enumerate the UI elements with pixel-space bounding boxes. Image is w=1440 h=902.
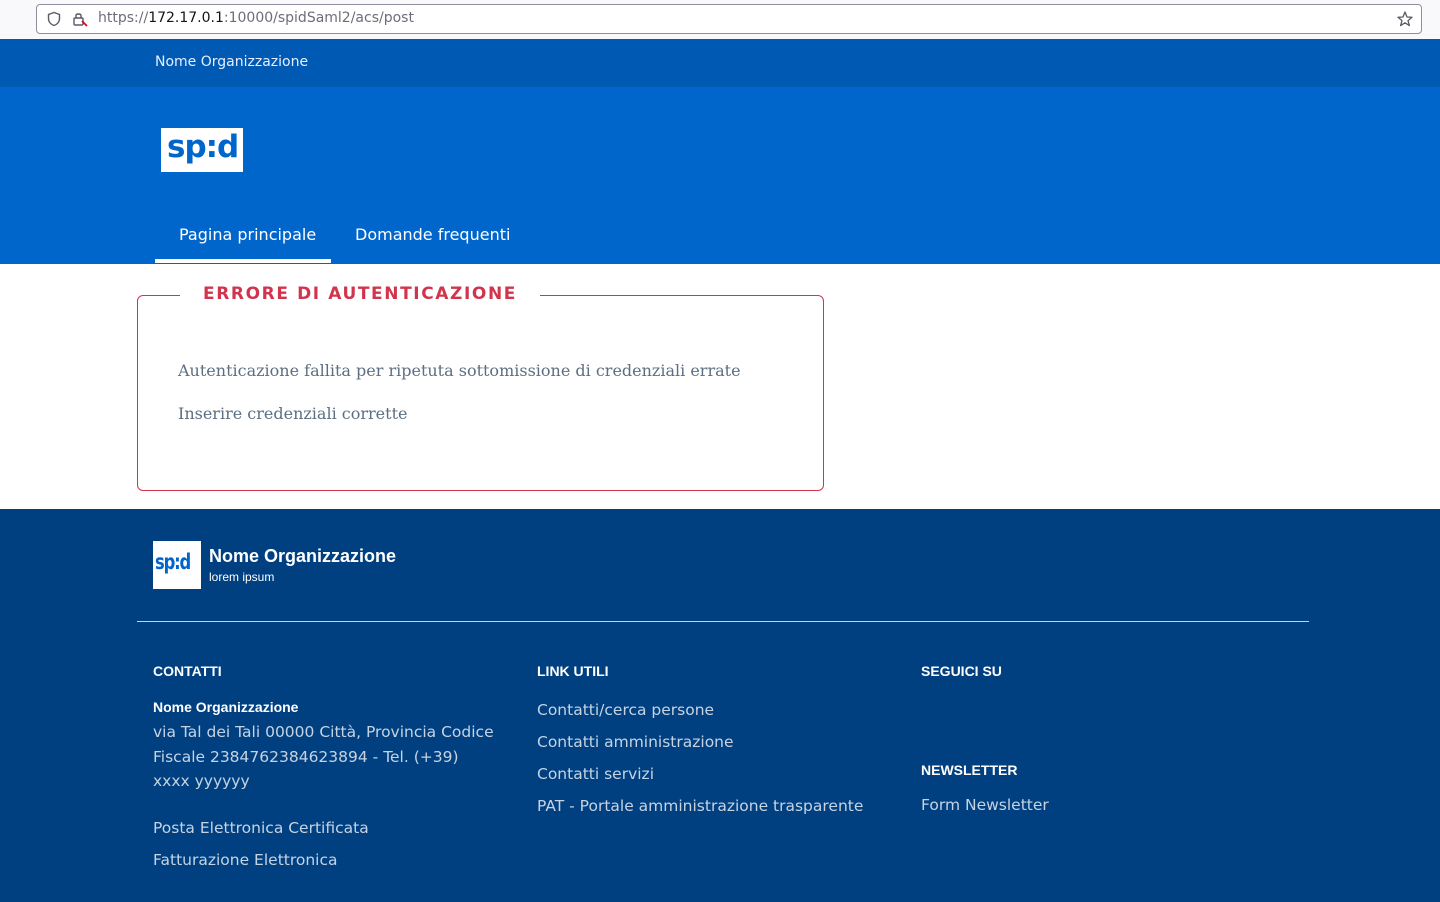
footer-link-pat[interactable]: PAT - Portale amministrazione trasparent… <box>537 797 863 815</box>
shield-icon[interactable] <box>46 11 62 27</box>
footer-link-pec[interactable]: Posta Elettronica Certificata <box>153 819 369 837</box>
url-scheme: https:// <box>98 10 149 26</box>
footer-contact-address: via Tal dei Tali 00000 Città, Provincia … <box>153 723 494 790</box>
error-hint: Inserire credenziali corrette <box>178 404 408 423</box>
address-bar[interactable]: https://172.17.0.1:10000/spidSaml2/acs/p… <box>36 4 1422 34</box>
footer-link-service-contacts[interactable]: Contatti servizi <box>537 765 654 783</box>
spid-logo-text: sp:d <box>167 129 239 165</box>
spid-logo[interactable]: sp:d <box>161 128 243 172</box>
footer-heading-useful-links: LINK UTILI <box>537 663 609 679</box>
slim-header-org-link[interactable]: Nome Organizzazione <box>155 54 308 70</box>
footer-divider <box>137 621 1309 622</box>
footer-heading-contacts: CONTATTI <box>153 663 222 679</box>
error-title: ERRORE DI AUTENTICAZIONE <box>180 284 540 304</box>
error-message: Autenticazione fallita per ripetuta sott… <box>178 361 741 380</box>
url-text[interactable]: https://172.17.0.1:10000/spidSaml2/acs/p… <box>98 10 414 26</box>
footer-org-subtitle: lorem ipsum <box>209 570 275 584</box>
url-host: 172.17.0.1 <box>148 10 224 26</box>
url-path: :10000/spidSaml2/acs/post <box>223 10 414 26</box>
footer-org-name: Nome Organizzazione <box>209 546 397 566</box>
star-bookmark-icon[interactable] <box>1396 10 1414 28</box>
footer: sp:d Nome Organizzazione lorem ipsum CON… <box>0 509 1440 902</box>
footer-link-e-invoicing[interactable]: Fatturazione Elettronica <box>153 851 338 869</box>
footer-spid-logo[interactable]: sp:d <box>153 541 201 589</box>
footer-contact-org-name: Nome Organizzazione <box>153 699 299 715</box>
nav-active-indicator <box>155 259 331 263</box>
browser-toolbar: https://172.17.0.1:10000/spidSaml2/acs/p… <box>0 0 1440 39</box>
center-header: sp:d Pagina principale Domande frequenti <box>0 87 1440 264</box>
footer-link-people-search[interactable]: Contatti/cerca persone <box>537 701 714 719</box>
footer-link-admin-contacts[interactable]: Contatti amministrazione <box>537 733 734 751</box>
error-box <box>137 295 824 491</box>
footer-heading-newsletter: NEWSLETTER <box>921 762 1018 778</box>
footer-logo-text: sp:d <box>155 550 191 574</box>
footer-link-newsletter-form[interactable]: Form Newsletter <box>921 796 1049 814</box>
lock-icon[interactable] <box>71 10 89 28</box>
footer-heading-social: SEGUICI SU <box>921 663 1002 679</box>
nav-item-home[interactable]: Pagina principale <box>179 225 316 244</box>
slim-header: Nome Organizzazione <box>0 39 1440 87</box>
nav-item-faq[interactable]: Domande frequenti <box>355 225 510 244</box>
